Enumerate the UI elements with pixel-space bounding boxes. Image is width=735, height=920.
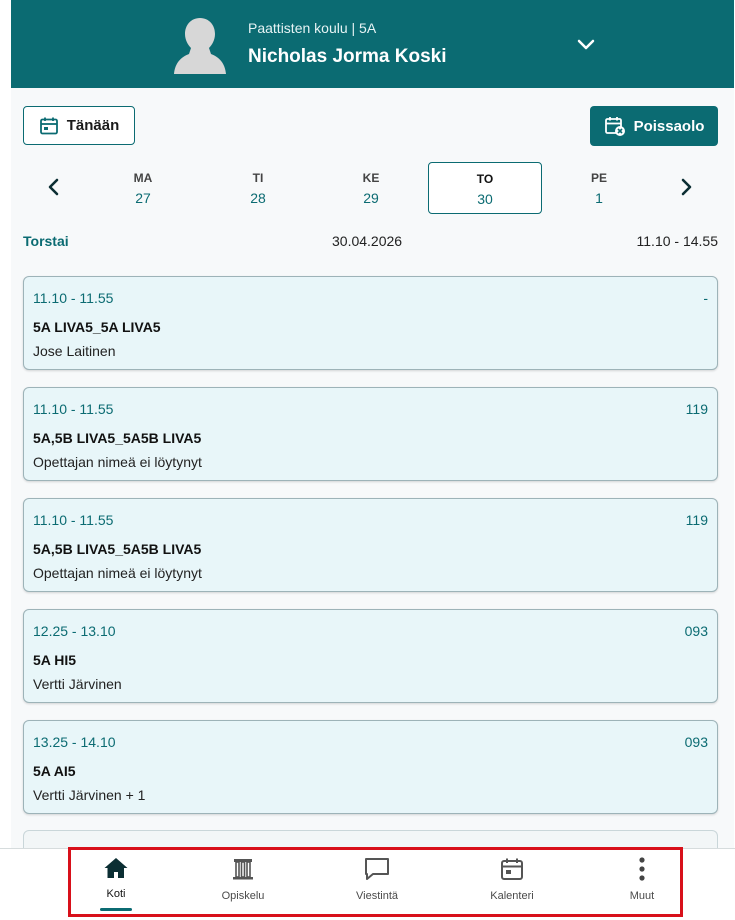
day-tuesday[interactable]: TI 28 [201,162,315,214]
nav-item-kalenteri[interactable]: Kalenteri [467,856,557,912]
lesson-course: 5A,5B LIVA5_5A5B LIVA5 [33,541,202,557]
study-icon [233,859,253,880]
person-silhouette-icon [174,18,226,74]
nav-label: Kalenteri [490,890,534,902]
day-wednesday[interactable]: KE 29 [314,162,428,214]
nav-label: Viestintä [356,890,398,902]
day-friday[interactable]: PE 1 [542,162,656,214]
chevron-right-icon [681,178,692,196]
active-tab-indicator [100,908,132,911]
lesson-room: 119 [685,401,708,417]
lesson-teacher: Jose Laitinen [33,343,116,359]
calendar-icon [501,858,523,880]
school-class-label: Paattisten koulu | 5A [248,20,377,36]
lesson-card[interactable]: 13.25 - 14.10 093 5A AI5 Vertti Järvinen… [23,720,718,814]
day-number: 28 [250,190,266,206]
lesson-course: 5A AI5 [33,763,76,779]
next-week-button[interactable] [674,172,698,202]
absence-button[interactable]: Poissaolo [590,106,718,146]
today-label: Tänään [66,117,120,134]
lesson-teacher: Opettajan nimeä ei löytynyt [33,454,202,470]
calendar-icon [39,117,58,134]
nav-label: Koti [106,888,126,900]
lesson-card[interactable]: 11.10 - 11.55 119 5A,5B LIVA5_5A5B LIVA5… [23,387,718,481]
app-header: Paattisten koulu | 5A Nicholas Jorma Kos… [11,0,734,88]
message-icon [365,858,389,880]
lesson-card[interactable]: 12.25 - 13.10 093 5A HI5 Vertti Järvinen [23,609,718,703]
day-name: MA [133,171,153,185]
lesson-teacher: Opettajan nimeä ei löytynyt [33,565,202,581]
day-number: 29 [363,190,379,206]
more-icon [639,857,645,881]
lesson-room: 093 [684,734,708,750]
day-time-span: 11.10 - 14.55 [636,233,718,249]
lesson-teacher: Vertti Järvinen [33,676,122,692]
nav-item-opiskelu[interactable]: Opiskelu [198,856,288,912]
lesson-course: 5A HI5 [33,652,77,668]
day-number: 1 [595,190,603,206]
lesson-room: - [703,290,708,306]
selected-date: 30.04.2026 [332,233,403,249]
absence-label: Poissaolo [633,117,705,135]
day-thursday[interactable]: TO 30 [428,162,542,214]
chevron-left-icon [48,178,59,196]
day-name: TI [252,171,264,185]
lesson-time: 11.10 - 11.55 [33,401,114,417]
day-monday[interactable]: MA 27 [86,162,200,214]
lesson-room: 093 [684,623,708,639]
selected-weekday: Torstai [23,233,69,249]
day-name: TO [476,172,494,186]
lesson-room: 119 [685,512,708,528]
lesson-time: 12.25 - 13.10 [33,623,116,639]
day-name: PE [590,171,607,185]
lesson-time: 11.10 - 11.55 [33,512,114,528]
lesson-course: 5A LIVA5_5A LIVA5 [33,319,161,335]
today-button[interactable]: Tänään [23,106,135,145]
nav-label: Muut [629,890,655,902]
nav-label: Opiskelu [221,890,265,902]
nav-item-koti[interactable]: Koti [71,856,161,912]
lesson-card[interactable]: 11.10 - 11.55 - 5A LIVA5_5A LIVA5 Jose L… [23,276,718,370]
student-name: Nicholas Jorma Koski [248,46,447,67]
lesson-time: 11.10 - 11.55 [33,290,114,306]
nav-item-viestinta[interactable]: Viestintä [332,856,422,912]
lesson-time: 13.25 - 14.10 [33,734,116,750]
day-name: KE [362,171,380,185]
home-icon [104,858,128,878]
previous-week-button[interactable] [42,172,66,202]
day-number: 30 [477,191,493,207]
nav-item-muut[interactable]: Muut [597,856,687,912]
day-number: 27 [135,190,151,206]
chevron-down-icon[interactable] [575,34,597,56]
lesson-course: 5A,5B LIVA5_5A5B LIVA5 [33,430,202,446]
lesson-teacher: Vertti Järvinen + 1 [33,787,146,803]
calendar-cancel-icon [604,117,625,136]
lesson-card[interactable]: 11.10 - 11.55 119 5A,5B LIVA5_5A5B LIVA5… [23,498,718,592]
